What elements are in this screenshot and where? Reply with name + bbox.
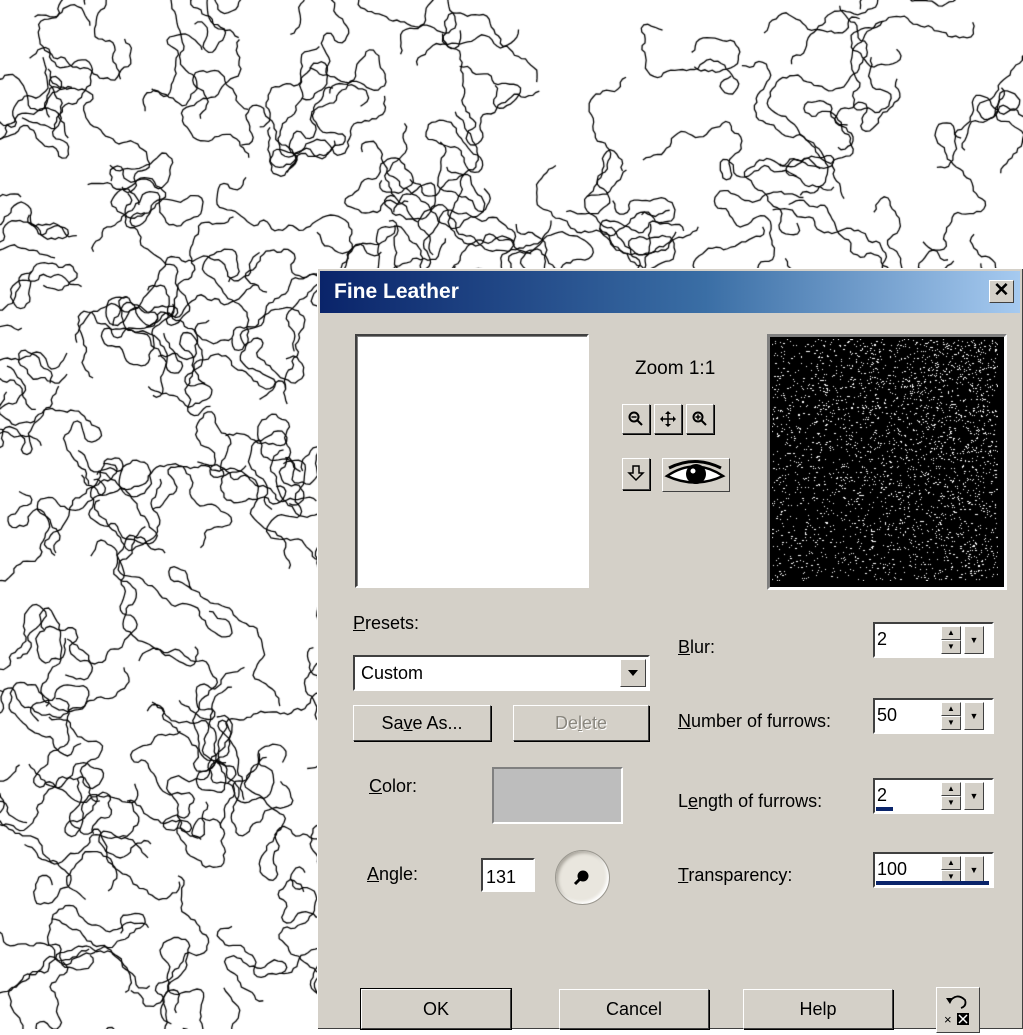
blur-spinbox[interactable]: 2 ▲ ▼ ▼: [873, 622, 994, 658]
transparency-menu-button[interactable]: ▼: [964, 856, 984, 884]
transparency-level-bar: [876, 881, 989, 885]
cancel-button[interactable]: Cancel: [559, 989, 709, 1029]
help-button[interactable]: Help: [743, 989, 893, 1029]
number-of-furrows-value[interactable]: 50: [877, 705, 897, 726]
proof-arrow-icon: [627, 465, 645, 482]
result-preview[interactable]: [767, 334, 1007, 590]
result-preview-image: [772, 339, 998, 581]
transparency-spin-arrows[interactable]: ▲ ▼: [941, 856, 961, 884]
zoom-in-icon: [692, 411, 707, 426]
blur-value[interactable]: 2: [877, 629, 887, 650]
title-bar[interactable]: Fine Leather ✕: [320, 271, 1020, 313]
blur-menu-button[interactable]: ▼: [964, 626, 984, 654]
number-of-furrows-label: Number of furrows:: [678, 711, 832, 731]
number-of-furrows-spin-arrows[interactable]: ▲ ▼: [941, 702, 961, 730]
reset-button[interactable]: ×: [936, 987, 980, 1033]
length-of-furrows-menu-button[interactable]: ▼: [964, 782, 984, 810]
blur-decrement-button[interactable]: ▼: [941, 640, 961, 654]
color-label: Color:: [369, 776, 418, 796]
color-swatch[interactable]: [492, 767, 623, 824]
auto-proof-button[interactable]: [662, 458, 730, 492]
reset-icon: ×: [944, 995, 969, 1027]
save-as-button[interactable]: Save As...: [353, 705, 491, 741]
angle-input[interactable]: 131: [481, 858, 535, 892]
number-of-furrows-increment-button[interactable]: ▲: [941, 702, 961, 716]
eye-icon: [664, 460, 726, 484]
blur-increment-button[interactable]: ▲: [941, 626, 961, 640]
delete-button[interactable]: Delete: [513, 705, 649, 741]
zoom-label: Zoom 1:1: [635, 358, 716, 379]
presets-selected-value: Custom: [361, 663, 424, 683]
length-of-furrows-decrement-button[interactable]: ▼: [941, 796, 961, 810]
fine-leather-dialog: Fine Leather ✕ Zoom 1:1 Presets: Custom …: [317, 268, 1023, 1033]
svg-text:×: ×: [944, 1012, 952, 1027]
transparency-spinbox[interactable]: 100 ▲ ▼ ▼: [873, 852, 994, 888]
angle-needle-icon: [573, 870, 589, 886]
source-preview[interactable]: [355, 334, 589, 588]
length-of-furrows-level-bar: [876, 807, 893, 811]
transparency-increment-button[interactable]: ▲: [941, 856, 961, 870]
length-of-furrows-spin-arrows[interactable]: ▲ ▼: [941, 782, 961, 810]
zoom-out-icon: [628, 411, 643, 426]
number-of-furrows-spinbox[interactable]: 50 ▲ ▼ ▼: [873, 698, 994, 734]
zoom-in-button[interactable]: [686, 404, 714, 434]
transparency-label: Transparency:: [678, 865, 793, 885]
length-of-furrows-spinbox[interactable]: 2 ▲ ▼ ▼: [873, 778, 994, 814]
pan-button[interactable]: [654, 404, 682, 434]
ok-button[interactable]: OK: [360, 988, 512, 1030]
length-of-furrows-value[interactable]: 2: [877, 785, 887, 806]
blur-label: Blur:: [678, 637, 716, 657]
presets-combobox[interactable]: Custom: [353, 655, 650, 691]
zoom-out-button[interactable]: [622, 404, 650, 434]
length-of-furrows-label: Length of furrows:: [678, 791, 823, 811]
transparency-value[interactable]: 100: [877, 859, 907, 880]
number-of-furrows-menu-button[interactable]: ▼: [964, 702, 984, 730]
number-of-furrows-decrement-button[interactable]: ▼: [941, 716, 961, 730]
presets-label: Presets:: [353, 613, 420, 633]
pan-icon: [660, 411, 676, 427]
length-of-furrows-increment-button[interactable]: ▲: [941, 782, 961, 796]
chevron-down-icon: [628, 670, 638, 676]
angle-label: Angle:: [367, 864, 419, 884]
presets-dropdown-button[interactable]: [620, 659, 646, 687]
angle-dial[interactable]: [555, 850, 610, 905]
proof-button[interactable]: [622, 458, 650, 490]
dialog-title: Fine Leather: [334, 280, 459, 303]
close-icon: ✕: [993, 280, 1010, 301]
close-button[interactable]: ✕: [989, 280, 1014, 303]
blur-spin-arrows[interactable]: ▲ ▼: [941, 626, 961, 654]
